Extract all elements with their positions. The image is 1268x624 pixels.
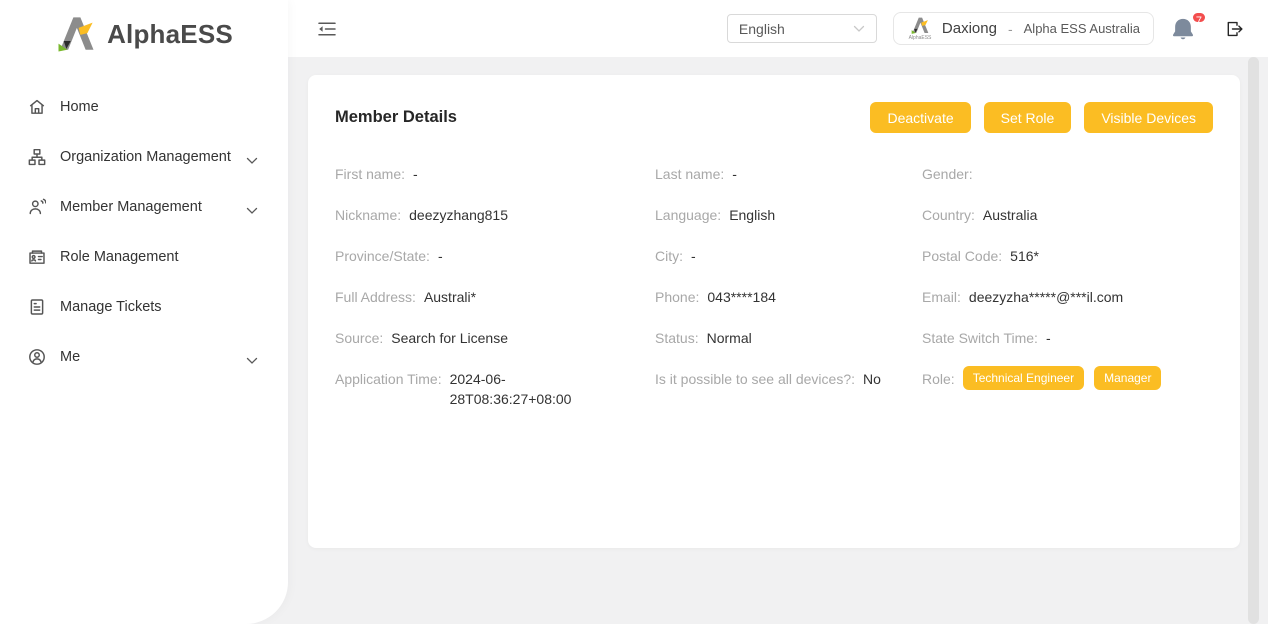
chevron-down-icon: [246, 203, 258, 211]
mini-logo-caption: AlphaESS: [909, 35, 932, 40]
chevron-down-icon: [246, 153, 258, 161]
field-email: Email: deezyzha*****@***il.com: [922, 287, 1213, 307]
role-badge: Manager: [1094, 366, 1161, 390]
org-chart-icon: [28, 148, 46, 166]
user-name: Daxiong: [942, 20, 997, 37]
sidebar: AlphaESS Home Organizat: [0, 0, 288, 624]
sidebar-menu: Home Organization Management: [0, 82, 288, 382]
card-header: Member Details Deactivate Set Role Visib…: [308, 75, 1240, 133]
sidebar-item-label: Role Management: [60, 249, 258, 265]
me-icon: [28, 348, 46, 366]
field-full-address: Full Address: Australi*: [335, 287, 655, 307]
field-language: Language: English: [655, 205, 922, 225]
field-phone: Phone: 043****184: [655, 287, 922, 307]
sidebar-item-label: Organization Management: [60, 149, 246, 165]
field-country: Country: Australia: [922, 205, 1213, 225]
language-select-value: English: [739, 21, 785, 37]
notification-count-badge: 7: [1191, 11, 1207, 24]
member-details-card: Member Details Deactivate Set Role Visib…: [308, 75, 1240, 548]
sidebar-item-role-management[interactable]: Role Management: [0, 232, 288, 282]
field-first-name: First name: -: [335, 164, 655, 184]
logout-icon[interactable]: [1225, 20, 1244, 38]
topbar-right-group: English AlphaESS Daxiong - Alpha ESS Aus…: [727, 12, 1244, 45]
field-role: Role: Technical Engineer Manager: [922, 369, 1213, 390]
card-title: Member Details: [335, 108, 457, 127]
sidebar-item-label: Member Management: [60, 199, 246, 215]
sidebar-item-label: Home: [60, 99, 258, 115]
user-organization: Alpha ESS Australia: [1024, 21, 1140, 36]
member-fields-grid: First name: - Last name: - Gender: Nickn…: [308, 164, 1240, 409]
field-source: Source: Search for License: [335, 328, 655, 348]
field-city: City: -: [655, 246, 922, 266]
alphaess-logo-icon: [55, 16, 97, 52]
role-badge: Technical Engineer: [963, 366, 1084, 390]
field-status: Status: Normal: [655, 328, 922, 348]
card-actions: Deactivate Set Role Visible Devices: [857, 102, 1213, 133]
field-see-all-devices: Is it possible to see all devices?: No: [655, 369, 922, 389]
language-select[interactable]: English: [727, 14, 877, 43]
set-role-button[interactable]: Set Role: [984, 102, 1072, 133]
brand-logo: AlphaESS: [0, 11, 288, 57]
brand-name: AlphaESS: [107, 19, 233, 50]
home-icon: [28, 98, 46, 116]
field-nickname: Nickname: deezyzhang815: [335, 205, 655, 225]
sidebar-item-organization-management[interactable]: Organization Management: [0, 132, 288, 182]
notifications-button[interactable]: 7: [1171, 17, 1195, 41]
visible-devices-button[interactable]: Visible Devices: [1084, 102, 1213, 133]
page-scrollbar: [1248, 57, 1259, 624]
field-last-name: Last name: -: [655, 164, 922, 184]
chevron-down-icon: [246, 353, 258, 361]
deactivate-button[interactable]: Deactivate: [870, 102, 970, 133]
role-card-icon: [28, 248, 46, 266]
menu-fold-icon[interactable]: [318, 21, 336, 37]
topbar: English AlphaESS Daxiong - Alpha ESS Aus…: [288, 0, 1268, 57]
sidebar-item-label: Me: [60, 349, 246, 365]
sidebar-item-manage-tickets[interactable]: Manage Tickets: [0, 282, 288, 332]
field-postal-code: Postal Code: 516*: [922, 246, 1213, 266]
chevron-down-icon: [853, 25, 865, 33]
user-chip-separator: -: [1008, 21, 1013, 37]
sidebar-item-label: Manage Tickets: [60, 299, 258, 315]
sidebar-item-home[interactable]: Home: [0, 82, 288, 132]
field-state-switch-time: State Switch Time: -: [922, 328, 1213, 348]
field-province-state: Province/State: -: [335, 246, 655, 266]
role-badges: Technical Engineer Manager: [963, 366, 1162, 390]
sidebar-item-member-management[interactable]: Member Management: [0, 182, 288, 232]
sidebar-item-me[interactable]: Me: [0, 332, 288, 382]
member-icon: [28, 198, 46, 216]
alphaess-mini-logo: AlphaESS: [907, 17, 933, 40]
field-application-time: Application Time: 2024-06-28T08:36:27+08…: [335, 369, 655, 409]
user-account-chip[interactable]: AlphaESS Daxiong - Alpha ESS Australia: [893, 12, 1154, 45]
ticket-doc-icon: [28, 298, 46, 316]
field-gender: Gender:: [922, 164, 1213, 184]
scrollbar-thumb[interactable]: [1248, 57, 1259, 624]
